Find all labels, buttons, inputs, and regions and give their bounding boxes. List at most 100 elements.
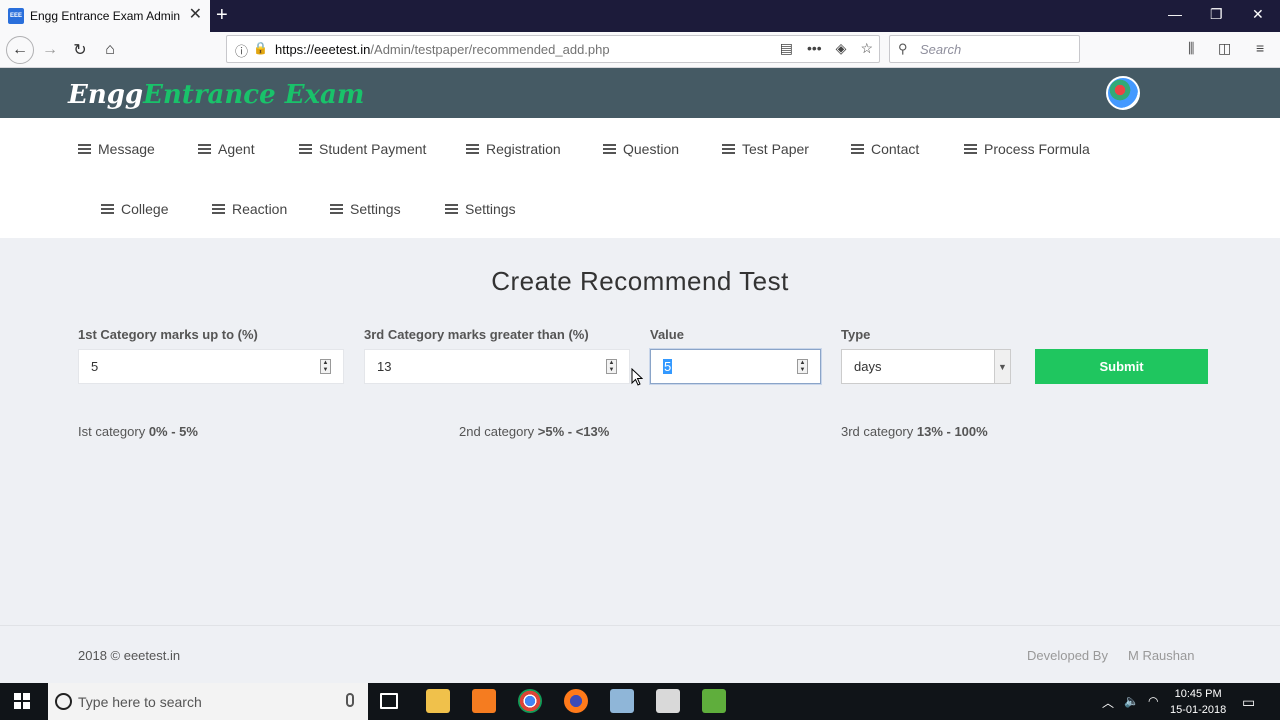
browser-tab-bar: EEE Engg Entrance Exam Admin ✕ + — ❐ ✕ [0,0,1280,32]
spinner-icon[interactable]: ▲ ▼ [797,359,808,374]
url-host: https://eeetest.in [275,41,371,57]
browser-tab[interactable]: EEE Engg Entrance Exam Admin ✕ [0,0,210,32]
list-icon [101,204,114,214]
maximize-icon[interactable]: ❐ [1210,6,1223,23]
reload-icon[interactable]: ↻ [66,36,94,64]
spinner-icon[interactable]: ▲ ▼ [606,359,617,374]
logo-text-entrance-exam: Entrance Exam [143,80,365,110]
clock-date: 15-01-2018 [1170,704,1227,716]
type-select[interactable]: days ▼ [841,349,1011,384]
menu-item-registration[interactable]: Registration [466,141,561,157]
editor-icon[interactable] [702,689,726,713]
menu-label: Question [623,141,680,157]
category-1-range: 0% - 5% [148,424,198,439]
value-label: Value [650,327,684,342]
window-close-icon[interactable]: ✕ [1252,6,1264,23]
value-input[interactable]: 5 ▲ ▼ [650,349,821,384]
info-icon[interactable]: ⓘ [235,41,248,60]
cat3-input[interactable]: 13 ▲ ▼ [364,349,630,384]
wifi-icon[interactable]: ◠ [1148,694,1158,708]
list-icon [299,144,312,154]
volume-icon[interactable]: 🔈 [1124,694,1139,708]
logo-text-engg: Engg [68,80,144,110]
browser-search-field[interactable]: ⚲ Search [889,35,1080,63]
clock-time: 10:45 PM [1174,688,1222,700]
lock-icon: 🔒 [253,41,268,55]
url-text: https://eeetest.in/Admin/testpaper/recom… [275,42,610,57]
search-icon: ⚲ [898,41,908,56]
reader-view-icon[interactable]: ▤ [780,40,793,57]
pocket-icon[interactable]: ◈ [836,40,847,57]
menu-item-settings-1[interactable]: Settings [330,201,401,217]
forward-icon[interactable]: → [36,36,64,64]
menu-label: College [121,201,169,217]
back-icon[interactable]: ← [6,36,34,64]
menu-label: Student Payment [319,141,427,157]
page-title: Create Recommend Test [491,266,789,296]
menu-label: Test Paper [742,141,809,157]
menu-item-message[interactable]: Message [78,141,155,157]
list-icon [851,144,864,154]
menu-item-student-payment[interactable]: Student Payment [299,141,426,157]
menu-label: Agent [218,141,255,157]
menu-item-contact[interactable]: Contact [851,141,919,157]
menu-item-agent[interactable]: Agent [198,141,255,157]
minimize-icon[interactable]: — [1168,6,1182,22]
menu-icon[interactable]: ≡ [1256,40,1264,56]
cat1-input-value: 5 [91,359,99,374]
new-tab-icon[interactable]: + [216,4,228,26]
menu-item-process-formula[interactable]: Process Formula [964,141,1090,157]
list-icon [603,144,616,154]
app-window-icon[interactable] [656,689,680,713]
cat3-label: 3rd Category marks greater than (%) [364,327,589,342]
menu-label: Reaction [232,201,288,217]
windows-start-icon[interactable] [14,693,30,709]
menu-label: Message [98,141,155,157]
task-view-icon[interactable] [380,693,398,709]
url-bar[interactable]: ⓘ 🔒 https://eeetest.in/Admin/testpaper/r… [226,35,880,63]
sidebar-icon[interactable]: ◫ [1218,40,1231,57]
cat3-input-value: 13 [377,359,392,374]
user-avatar[interactable] [1106,76,1140,110]
microphone-icon[interactable] [346,693,354,707]
chevron-down-icon[interactable]: ▼ [994,350,1010,383]
main-menu: Message Agent Student Payment Registrati… [0,118,1280,238]
file-explorer-icon[interactable] [426,689,450,713]
cat1-label: 1st Category marks up to (%) [78,327,258,342]
menu-item-test-paper[interactable]: Test Paper [722,141,809,157]
page-actions-icon[interactable]: ••• [807,40,822,57]
list-icon [330,204,343,214]
developer-name[interactable]: M Raushan [1128,648,1194,663]
notifications-icon[interactable]: ▭ [1242,694,1255,711]
category-1-prefix: Ist category [78,424,149,439]
menu-item-reaction[interactable]: Reaction [212,201,287,217]
tab-close-icon[interactable]: ✕ [189,7,202,23]
site-logo[interactable]: EnggEntrance Exam [68,80,364,110]
menu-item-question[interactable]: Question [603,141,679,157]
developed-by-label: Developed By [1027,648,1108,663]
chrome-icon[interactable] [518,689,542,713]
tray-chevron-up-icon[interactable]: ︿ [1102,694,1114,711]
menu-label: Settings [350,201,401,217]
category-2-prefix: 2nd category [459,424,538,439]
home-icon[interactable]: ⌂ [96,36,124,64]
library-icon[interactable]: ⫼ [1188,40,1194,57]
list-icon [198,144,211,154]
menu-item-college[interactable]: College [101,201,168,217]
bookmark-star-icon[interactable]: ☆ [860,40,873,57]
windows-taskbar: Type here to search ︿ 🔈 ◠ 10:45 PM 15-01… [0,683,1280,720]
cat1-input[interactable]: 5 ▲ ▼ [78,349,344,384]
mouse-cursor-icon [631,368,643,386]
menu-item-settings-2[interactable]: Settings [445,201,516,217]
firefox-icon[interactable] [564,689,588,713]
submit-button[interactable]: Submit [1035,349,1208,384]
list-icon [445,204,458,214]
notepad-icon[interactable] [610,689,634,713]
xampp-icon[interactable] [472,689,496,713]
url-path: /Admin/testpaper/recommended_add.php [370,41,610,57]
type-label: Type [841,327,871,342]
taskbar-search-input[interactable]: Type here to search [48,683,368,720]
page-footer: 2018 © eeetest.in Developed By M Raushan [0,625,1280,683]
taskbar-clock[interactable]: 10:45 PM 15-01-2018 [1170,686,1226,718]
spinner-icon[interactable]: ▲ ▼ [320,359,331,374]
